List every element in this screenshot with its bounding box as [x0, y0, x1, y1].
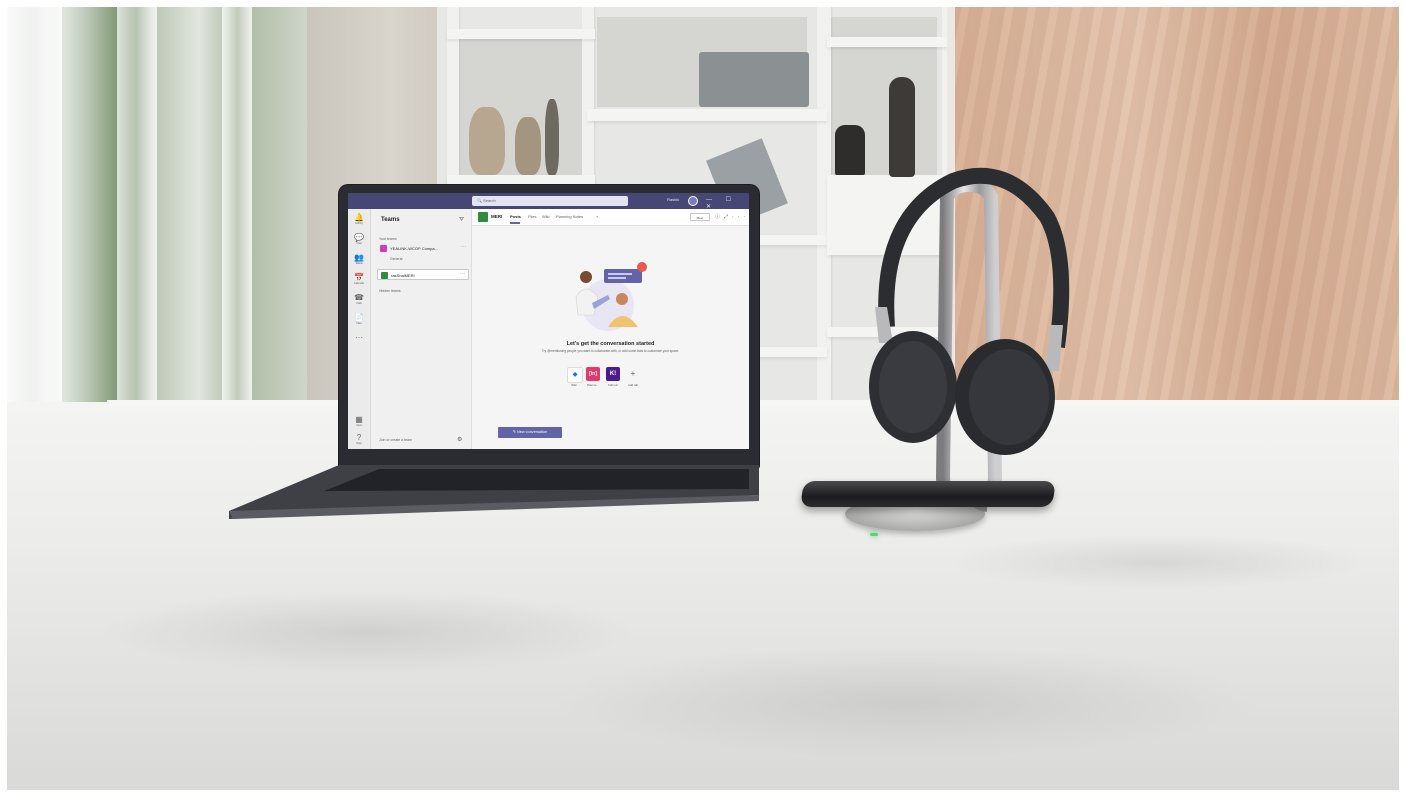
teams-list-title: Teams — [381, 217, 400, 223]
more-options-icon[interactable]: ··· — [460, 271, 465, 277]
tab-posts[interactable]: Posts — [510, 214, 521, 219]
filter-icon[interactable]: ⛛ — [459, 217, 464, 224]
tab-wiki[interactable]: Wiki — [542, 214, 550, 219]
empty-state-subtext: Try @mentioning people you want to colla… — [541, 349, 680, 353]
search-input[interactable]: 🔍 Search — [472, 196, 628, 206]
your-teams-label: Your teams — [379, 237, 397, 241]
rail-label: Files — [356, 322, 362, 325]
rail-label: Apps — [356, 424, 362, 427]
app-label: Add tab — [627, 383, 639, 387]
hidden-teams-label[interactable]: Hidden teams — [379, 289, 401, 293]
team-name: rasShalMERI — [391, 273, 415, 278]
add-app-tile[interactable]: + — [626, 367, 640, 381]
rail-help[interactable]: ? Help — [348, 433, 370, 445]
charging-indicator-light — [870, 533, 878, 536]
rail-activity[interactable]: 🔔 Activity — [348, 213, 370, 225]
new-conversation-button[interactable]: ✎ New conversation — [498, 427, 562, 438]
user-avatar[interactable] — [688, 196, 698, 206]
rail-label: Activity — [355, 222, 363, 225]
rail-label: Chat — [356, 242, 362, 245]
team-avatar — [380, 245, 387, 252]
rail-label: Calls — [356, 302, 362, 305]
join-create-team-link[interactable]: Join or create a team — [379, 438, 412, 442]
smartphone — [800, 481, 1056, 507]
files-icon: 📄 — [354, 313, 364, 322]
rail-chat[interactable]: 💬 Chat — [348, 233, 370, 245]
curtain — [7, 7, 62, 457]
bell-icon: 🔔 — [354, 213, 364, 222]
wiki-app-tile[interactable]: ◆ — [567, 367, 583, 383]
channel-item[interactable]: General — [390, 257, 402, 261]
chat-icon: 💬 — [354, 233, 364, 242]
teams-title-bar: 🔍 Search Rashik — ☐ ✕ — [348, 193, 749, 210]
teams-list-pane: Teams ⛛ Your teams YEALINK-WCOP Compa...… — [371, 209, 472, 449]
tab-planning-notes[interactable]: Planning Notes — [556, 214, 583, 219]
rail-calls[interactable]: ☎ Calls — [348, 293, 370, 305]
active-tab-indicator — [510, 222, 520, 224]
app-rail: 🔔 Activity 💬 Chat 👥 Teams 📅 Calendar ☎ C… — [348, 209, 371, 449]
rail-teams[interactable]: 👥 Teams — [348, 253, 370, 265]
rail-calendar[interactable]: 📅 Calendar — [348, 273, 370, 285]
rail-label: Teams — [355, 262, 363, 265]
help-icon: ? — [356, 433, 362, 442]
channel-name: MERI — [491, 214, 503, 219]
meet-button[interactable]: Meet — [690, 213, 710, 221]
new-conversation-label: New conversation — [517, 430, 548, 434]
team-avatar — [381, 272, 388, 279]
channel-avatar — [478, 212, 488, 222]
phone-icon: ☎ — [354, 293, 364, 302]
team-name: YEALINK-WCOP Compa... — [390, 246, 438, 251]
gear-icon[interactable]: ⚙ — [457, 436, 462, 443]
channel-header: MERI Posts Files Wiki Planning Notes + M… — [472, 209, 749, 226]
laptop-screen: 🔍 Search Rashik — ☐ ✕ 🔔 Activity 💬 Chat … — [348, 193, 749, 449]
laptop-base — [229, 465, 759, 519]
more-icon: ··· — [355, 333, 363, 342]
team-item[interactable]: YEALINK-WCOP Compa... ··· — [377, 243, 469, 254]
tab-files[interactable]: Files — [528, 214, 536, 219]
wiki-icon: ◆ — [572, 372, 578, 378]
kahoot-app-tile[interactable]: K! — [606, 367, 620, 381]
window-controls[interactable]: — ☐ ✕ — [706, 196, 749, 210]
rail-more[interactable]: ··· — [348, 333, 370, 342]
add-tab-button[interactable]: + — [596, 214, 598, 219]
user-name: Rashik — [667, 197, 680, 202]
app-label: Planne... — [587, 383, 599, 387]
header-actions-icons[interactable]: ⓘ⤢··· — [715, 213, 749, 220]
apps-icon: ▦ — [355, 415, 363, 424]
curtain — [222, 7, 252, 457]
curtain — [117, 7, 157, 457]
conversation-illustration — [575, 262, 647, 331]
planner-icon: [in] — [589, 371, 597, 377]
kahoot-icon: K! — [609, 371, 617, 377]
photo-scene: 🔍 Search Rashik — ☐ ✕ 🔔 Activity 💬 Chat … — [7, 7, 1399, 790]
headphone-stand — [869, 167, 1070, 512]
rail-label: Calendar — [353, 282, 365, 285]
team-item-selected[interactable]: rasShalMERI ··· — [377, 269, 469, 280]
rail-label: Help — [356, 442, 362, 445]
teams-icon: 👥 — [354, 253, 364, 262]
empty-state-heading: Let's get the conversation started — [566, 341, 655, 347]
more-options-icon[interactable]: ··· — [461, 244, 466, 250]
planner-app-tile[interactable]: [in] — [586, 367, 600, 381]
search-placeholder: Search — [483, 198, 496, 203]
plus-icon: + — [630, 369, 636, 378]
calendar-icon: 📅 — [354, 273, 364, 282]
channel-main: MERI Posts Files Wiki Planning Notes + M… — [472, 209, 749, 449]
app-label: Kahoot! — [607, 383, 619, 387]
rail-files[interactable]: 📄 Files — [348, 313, 370, 325]
rail-apps[interactable]: ▦ Apps — [348, 415, 370, 427]
